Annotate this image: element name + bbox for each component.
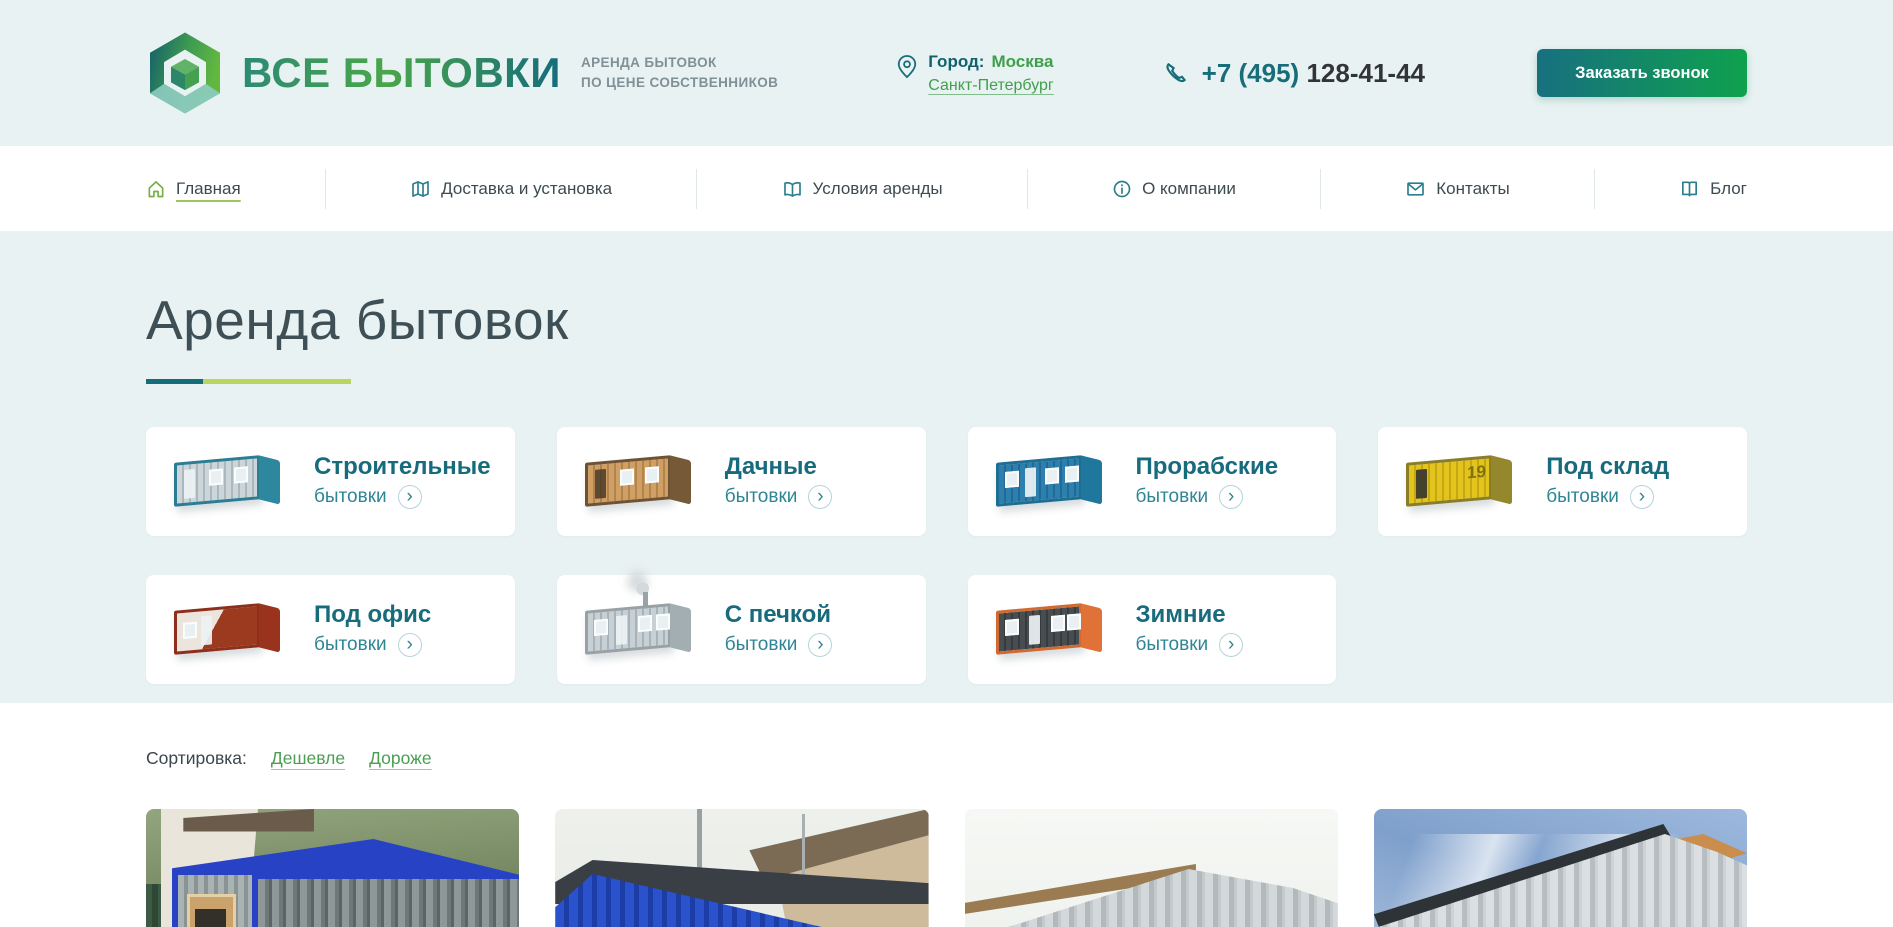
mail-icon: [1405, 179, 1426, 199]
arrow-right-icon: ›: [1219, 485, 1244, 510]
category-card-dachnye[interactable]: Дачные бытовки ›: [556, 426, 926, 536]
category-subtitle: бытовки: [314, 486, 387, 508]
category-card-pechka[interactable]: С печкой бытовки ›: [556, 574, 926, 684]
arrow-right-icon: ›: [1219, 633, 1244, 658]
nav-divider: [1593, 168, 1595, 209]
arrow-right-icon: ›: [1629, 485, 1654, 510]
open-book-icon: [782, 179, 803, 199]
product-photo[interactable]: [555, 809, 929, 927]
cabin-illustration: [984, 590, 1122, 668]
category-title: С печкой: [724, 600, 832, 628]
category-title: Прорабские: [1135, 452, 1279, 480]
product-photo[interactable]: [146, 809, 520, 927]
cabin-illustration: 19: [1394, 442, 1532, 520]
city-current[interactable]: Москва: [991, 52, 1053, 72]
city-link-spb[interactable]: Санкт-Петербург: [928, 77, 1053, 95]
nav-divider: [696, 168, 698, 209]
category-card-zimnie[interactable]: Зимние бытовки ›: [967, 574, 1337, 684]
home-icon: [146, 179, 166, 199]
arrow-right-icon: ›: [808, 485, 833, 510]
category-title: Зимние: [1135, 600, 1226, 628]
brand-name: ВСЕ БЫТОВКИ: [242, 49, 561, 96]
arrow-right-icon: ›: [397, 633, 422, 658]
category-card-ofis[interactable]: Под офис бытовки ›: [146, 574, 515, 684]
nav-item-delivery[interactable]: Доставка и установка: [410, 179, 612, 199]
category-subtitle: бытовки: [724, 486, 798, 508]
nav-item-home[interactable]: Главная: [146, 179, 241, 199]
cabin-illustration: [573, 442, 711, 520]
brand-tagline: АРЕНДА БЫТОВОК ПО ЦЕНЕ СОБСТВЕННИКОВ: [580, 55, 779, 90]
category-grid: Строительные бытовки › Дачные бытовки ›: [146, 426, 1747, 684]
nav-divider: [1026, 168, 1028, 209]
cabin-illustration: [162, 442, 300, 520]
categories-section: Аренда бытовок Строительные бытовки › Да…: [0, 231, 1893, 703]
logo-hexagon-icon: [146, 31, 224, 115]
info-icon: [1112, 179, 1132, 199]
category-title: Строительные: [314, 452, 491, 480]
sort-expensive-link[interactable]: Дороже: [369, 748, 432, 769]
cabin-illustration: [573, 582, 711, 668]
map-icon: [410, 179, 431, 199]
category-card-sklad[interactable]: 19 Под склад бытовки ›: [1378, 426, 1747, 536]
sort-cheaper-link[interactable]: Дешевле: [271, 748, 345, 769]
nav-item-contacts[interactable]: Контакты: [1405, 179, 1510, 199]
sort-row: Сортировка: Дешевле Дороже: [146, 748, 1747, 769]
nav-item-about[interactable]: О компании: [1112, 179, 1236, 199]
category-subtitle: бытовки: [1135, 634, 1209, 656]
nav-item-terms[interactable]: Условия аренды: [782, 179, 943, 199]
top-bar: ВСЕ БЫТОВКИ АРЕНДА БЫТОВОК ПО ЦЕНЕ СОБСТ…: [0, 0, 1893, 146]
nav-divider: [1320, 168, 1322, 209]
phone-number: +7 (495) 128-41-44: [1201, 57, 1425, 88]
city-label: Город:: [928, 51, 985, 71]
page-title: Аренда бытовок: [146, 289, 569, 351]
arrow-right-icon: ›: [397, 485, 422, 510]
category-title: Под склад: [1546, 452, 1670, 480]
site-logo[interactable]: ВСЕ БЫТОВКИ АРЕНДА БЫТОВОК ПО ЦЕНЕ СОБСТ…: [146, 31, 778, 115]
product-photo[interactable]: [1373, 809, 1747, 927]
category-subtitle: бытовки: [1135, 486, 1209, 508]
phone-icon: [1163, 60, 1189, 86]
product-grid: [146, 809, 1747, 927]
product-photo[interactable]: [964, 809, 1338, 927]
nav-divider: [324, 168, 326, 209]
cabin-illustration: [984, 442, 1122, 520]
blog-icon: [1679, 179, 1700, 199]
category-subtitle: бытовки: [1546, 486, 1619, 508]
cabin-illustration: [162, 590, 300, 668]
title-underline: [146, 378, 351, 384]
city-selector: Город: Москва Санкт-Петербург: [896, 51, 1054, 95]
map-pin-icon: [896, 54, 918, 80]
catalog-section: Сортировка: Дешевле Дороже: [146, 748, 1747, 927]
cabin-number-label: 19: [1467, 461, 1487, 483]
category-title: Дачные: [724, 452, 817, 480]
phone-block[interactable]: +7 (495) 128-41-44: [1163, 58, 1425, 89]
main-navigation: Главная Доставка и установка Условия аре…: [0, 146, 1893, 231]
category-subtitle: бытовки: [314, 634, 387, 656]
sort-label: Сортировка:: [146, 748, 247, 768]
category-card-stroitelnye[interactable]: Строительные бытовки ›: [146, 426, 515, 536]
nav-item-blog[interactable]: Блог: [1679, 179, 1747, 199]
arrow-right-icon: ›: [808, 633, 833, 658]
category-card-prorabskie[interactable]: Прорабские бытовки ›: [967, 426, 1337, 536]
order-call-button[interactable]: Заказать звонок: [1537, 49, 1747, 97]
category-subtitle: бытовки: [724, 634, 798, 656]
category-title: Под офис: [314, 600, 432, 628]
